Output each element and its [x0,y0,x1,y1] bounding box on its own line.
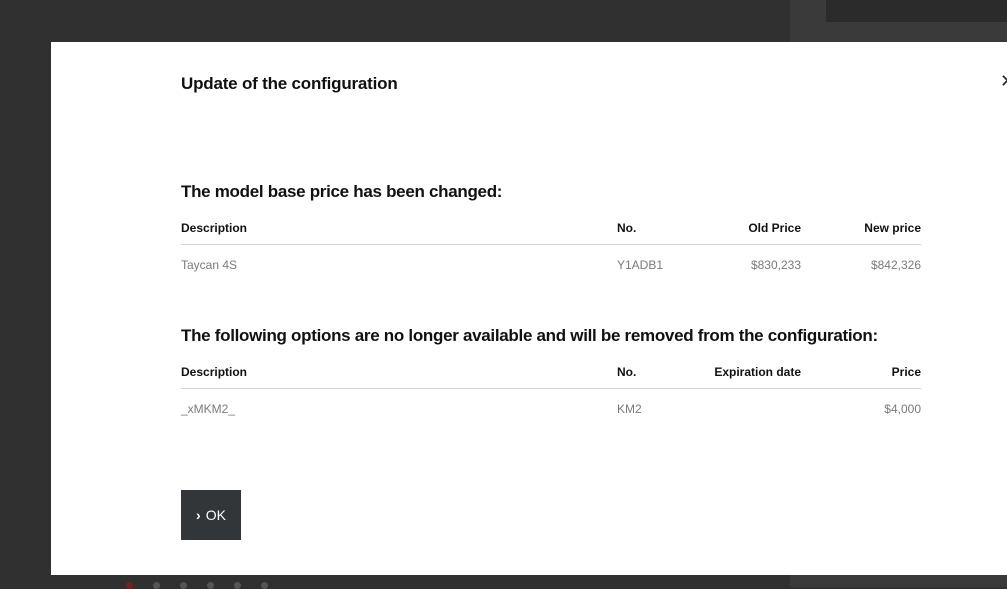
background-pagination-dots [126,578,276,589]
cell-description: _xMKM2_ [181,402,236,416]
cell-price: $4,000 [884,402,921,416]
column-header-price: Price [891,365,921,379]
background-panel-header [826,0,1007,22]
column-header-new-price: New price [864,221,921,235]
column-header-number: No. [617,365,637,379]
column-header-expiration-date: Expiration date [714,365,801,379]
removed-options-section-title: The following options are no longer avai… [181,326,878,345]
table-row: Taycan 4S Y1ADB1 $830,233 $842,326 [181,245,921,283]
removed-options-table: Description No. Expiration date Price _x… [181,356,921,427]
close-icon[interactable]: ✕ [1000,72,1007,90]
chevron-right-icon: › [196,507,201,523]
pagination-dot [207,582,214,589]
ok-button-label: OK [205,507,226,523]
pagination-dot [180,582,187,589]
table-header-row: Description No. Old Price New price [181,212,921,245]
base-price-section-title: The model base price has been changed: [181,182,503,201]
table-header-row: Description No. Expiration date Price [181,356,921,389]
base-price-table: Description No. Old Price New price Tayc… [181,212,921,283]
pagination-dot [126,582,133,589]
ok-button[interactable]: › OK [181,490,241,540]
pagination-dot [153,582,160,589]
dialog-title: Update of the configuration [181,74,398,93]
column-header-number: No. [617,221,637,235]
cell-old-price: $830,233 [750,258,801,272]
column-header-old-price: Old Price [748,221,801,235]
cell-number: KM2 [617,402,642,416]
column-header-description: Description [181,221,248,235]
pagination-dot [234,582,241,589]
cell-number: Y1ADB1 [617,258,664,272]
pagination-dot [261,582,268,589]
update-configuration-dialog: ✕ Update of the configuration The model … [51,42,1007,575]
cell-description: Taycan 4S [181,258,238,272]
cell-new-price: $842,326 [870,258,921,272]
table-row: _xMKM2_ KM2 $4,000 [181,389,921,427]
column-header-description: Description [181,365,248,379]
